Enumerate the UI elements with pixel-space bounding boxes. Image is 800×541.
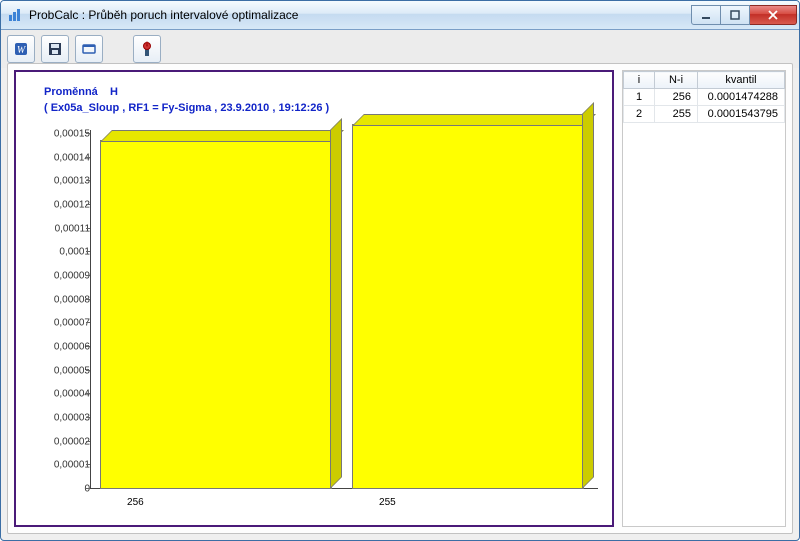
- y-tick-mark: [86, 322, 90, 323]
- y-tick-label: 0,00005: [20, 365, 90, 376]
- toolbar-refresh-button[interactable]: W: [7, 35, 35, 63]
- x-tick-label: 256: [127, 497, 144, 508]
- cell-kvantil: 0.0001474288: [698, 89, 785, 106]
- y-tick-mark: [86, 441, 90, 442]
- col-header-ni[interactable]: N-i: [655, 72, 698, 89]
- y-tick-mark: [86, 393, 90, 394]
- y-tick-label: 0,0001: [20, 247, 90, 258]
- app-icon: [7, 7, 23, 23]
- chart-title: Proměnná H: [44, 86, 118, 98]
- y-tick-label: 0,00007: [20, 318, 90, 329]
- y-tick-mark: [86, 228, 90, 229]
- chart-bar: [100, 140, 332, 489]
- window-icon: [81, 41, 97, 57]
- y-tick-mark: [86, 370, 90, 371]
- col-header-i[interactable]: i: [624, 72, 655, 89]
- cell-i: 1: [624, 89, 655, 106]
- y-tick-mark: [86, 251, 90, 252]
- col-header-kvantil[interactable]: kvantil: [698, 72, 785, 89]
- y-axis: [90, 130, 91, 489]
- y-tick-label: 0,00015: [20, 129, 90, 140]
- chart-plot-area: 00,000010,000020,000030,000040,000050,00…: [90, 134, 594, 489]
- close-button[interactable]: [750, 5, 797, 25]
- toolbar-save-button[interactable]: [41, 35, 69, 63]
- y-tick-label: 0,00014: [20, 152, 90, 163]
- exit-icon: [139, 41, 155, 57]
- y-tick-label: 0,00008: [20, 294, 90, 305]
- toolbar-window-button[interactable]: [75, 35, 103, 63]
- y-tick-mark: [86, 346, 90, 347]
- x-tick-label: 255: [379, 497, 396, 508]
- y-tick-label: 0: [20, 484, 90, 495]
- cell-ni: 255: [655, 106, 698, 123]
- y-tick-label: 0,00002: [20, 436, 90, 447]
- y-tick-label: 0,00004: [20, 389, 90, 400]
- y-tick-mark: [86, 488, 90, 489]
- y-tick-label: 0,00006: [20, 342, 90, 353]
- refresh-icon: W: [13, 41, 29, 57]
- y-tick-mark: [86, 417, 90, 418]
- y-tick-label: 0,00003: [20, 413, 90, 424]
- y-tick-label: 0,00001: [20, 460, 90, 471]
- y-tick-mark: [86, 180, 90, 181]
- data-table: i N-i kvantil 1 256 0.0001474288 2 255 0…: [623, 71, 785, 123]
- save-icon: [47, 41, 63, 57]
- chart-title-var: H: [110, 86, 118, 98]
- chart-bar: [352, 124, 584, 489]
- cell-kvantil: 0.0001543795: [698, 106, 785, 123]
- cell-i: 2: [624, 106, 655, 123]
- data-table-panel: i N-i kvantil 1 256 0.0001474288 2 255 0…: [622, 70, 786, 527]
- maximize-button[interactable]: [721, 5, 750, 25]
- table-row[interactable]: 2 255 0.0001543795: [624, 106, 785, 123]
- close-icon: [767, 10, 779, 20]
- toolbar-exit-button[interactable]: [133, 35, 161, 63]
- chart-title-label: Proměnná: [44, 86, 98, 98]
- minimize-button[interactable]: [691, 5, 721, 25]
- titlebar: ProbCalc : Průběh poruch intervalové opt…: [1, 1, 799, 30]
- y-tick-label: 0,00009: [20, 271, 90, 282]
- y-tick-mark: [86, 157, 90, 158]
- y-tick-mark: [86, 299, 90, 300]
- chart-subtitle: ( Ex05a_Sloup , RF1 = Fy-Sigma , 23.9.20…: [44, 102, 329, 114]
- y-tick-mark: [86, 204, 90, 205]
- y-tick-mark: [86, 133, 90, 134]
- y-tick-mark: [86, 464, 90, 465]
- cell-ni: 256: [655, 89, 698, 106]
- chart-panel: Proměnná H ( Ex05a_Sloup , RF1 = Fy-Sigm…: [14, 70, 614, 527]
- app-window: ProbCalc : Průběh poruch intervalové opt…: [0, 0, 800, 541]
- y-tick-label: 0,00013: [20, 176, 90, 187]
- y-tick-label: 0,00012: [20, 200, 90, 211]
- table-row[interactable]: 1 256 0.0001474288: [624, 89, 785, 106]
- y-tick-mark: [86, 275, 90, 276]
- client-area: Proměnná H ( Ex05a_Sloup , RF1 = Fy-Sigm…: [7, 63, 793, 534]
- minimize-icon: [701, 10, 711, 20]
- window-title: ProbCalc : Průběh poruch intervalové opt…: [29, 8, 691, 22]
- window-buttons: [691, 5, 797, 25]
- y-tick-label: 0,00011: [20, 223, 90, 234]
- maximize-icon: [730, 10, 740, 20]
